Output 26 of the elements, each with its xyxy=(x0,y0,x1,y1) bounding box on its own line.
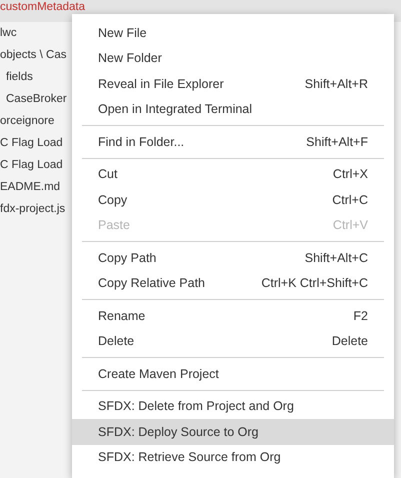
menu-item[interactable]: Delete Delete xyxy=(72,328,394,354)
menu-item[interactable]: Copy Path Shift+Alt+C xyxy=(72,245,394,270)
shortcut-text: Shift+Alt+F xyxy=(306,134,368,149)
menu-item[interactable]: Reveal in File Explorer Shift+Alt+R xyxy=(72,71,394,96)
menu-item[interactable]: SFDX: Retrieve Source from Org xyxy=(72,444,394,470)
menu-item[interactable]: Open in Integrated Terminal xyxy=(72,96,394,122)
menu-item[interactable]: Copy Ctrl+C xyxy=(72,187,394,212)
shortcut-text: Shift+Alt+C xyxy=(304,250,368,265)
shortcut-text: Ctrl+V xyxy=(332,218,368,232)
file-name: EADME.md xyxy=(0,181,60,193)
menu-item[interactable]: New Folder xyxy=(72,46,394,71)
menu-item[interactable]: Find in Folder... Shift+Alt+F xyxy=(72,129,394,154)
menu-item[interactable]: Create Maven Project xyxy=(72,361,394,386)
shortcut-text: Ctrl+C xyxy=(332,192,368,207)
shortcut-text: Delete xyxy=(332,334,368,348)
menu-item[interactable]: Cut Ctrl+X xyxy=(72,162,394,187)
menu-item[interactable]: SFDX: Deploy Source to Org xyxy=(72,419,394,444)
shortcut-text: Ctrl+X xyxy=(332,167,368,182)
shortcut-text: Ctrl+K Ctrl+Shift+C xyxy=(261,276,368,290)
shortcut-text: Shift+Alt+R xyxy=(304,76,368,91)
file-name: customMetadata xyxy=(0,0,86,13)
menu-item[interactable]: New File xyxy=(72,20,394,46)
menu-item[interactable]: Copy Relative Path Ctrl+K Ctrl+Shift+C xyxy=(72,270,394,296)
shortcut-text: F2 xyxy=(353,308,368,323)
menu-item[interactable]: Rename F2 xyxy=(72,303,394,328)
menu-item[interactable]: SFDX: Delete from Project and Org xyxy=(72,394,394,419)
